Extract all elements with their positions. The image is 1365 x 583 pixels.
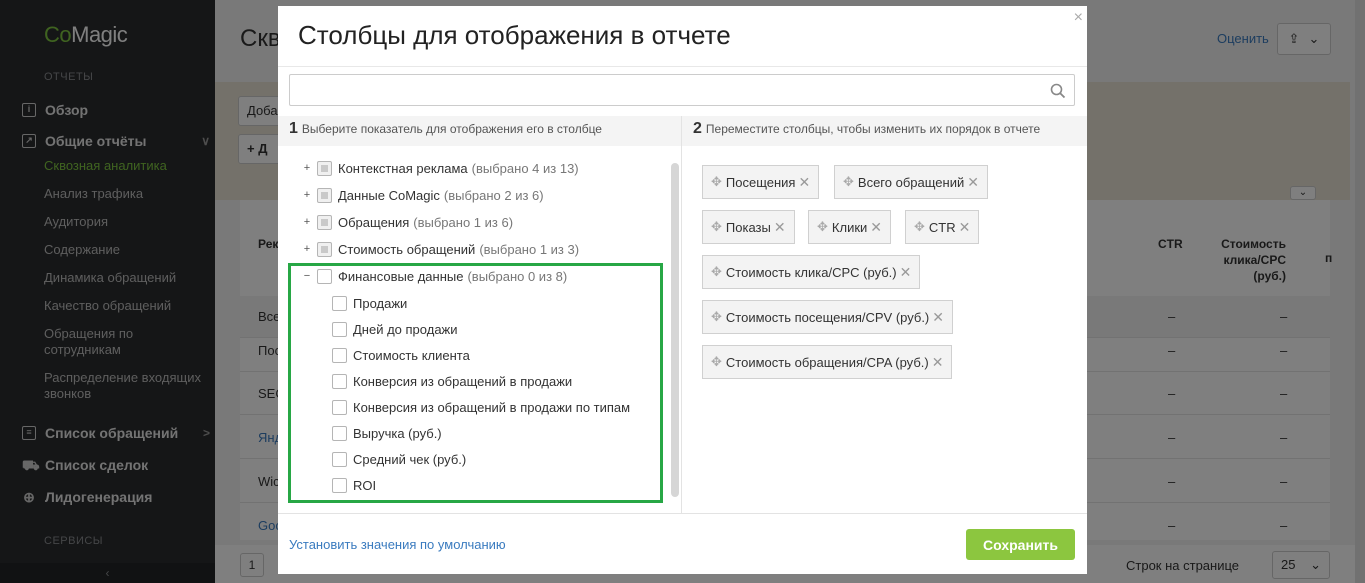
checkbox[interactable] [317, 160, 332, 176]
expand-icon[interactable]: + [300, 243, 314, 255]
tree-item-average-check[interactable]: Средний чек (руб.) [332, 448, 466, 470]
remove-icon[interactable]: ✕ [870, 219, 882, 236]
remove-icon[interactable]: ✕ [932, 354, 944, 371]
column-divider [681, 116, 682, 513]
tree-item-conversion[interactable]: Конверсия из обращений в продажи [332, 370, 572, 392]
remove-icon[interactable]: ✕ [967, 174, 979, 191]
column-tag[interactable]: ✥ Клики ✕ [808, 210, 892, 244]
column-tag[interactable]: ✥ Всего обращений ✕ [834, 165, 988, 199]
move-icon[interactable]: ✥ [914, 219, 925, 235]
reset-defaults-link[interactable]: Установить значения по умолчанию [289, 537, 506, 552]
move-icon[interactable]: ✥ [711, 264, 722, 280]
column-tag[interactable]: ✥ Стоимость обращения/CPA (руб.) ✕ [702, 345, 953, 379]
tree-item-days-to-sale[interactable]: Дней до продажи [332, 318, 458, 340]
checkbox[interactable] [332, 399, 347, 415]
tree-item-sales[interactable]: Продажи [332, 292, 407, 314]
tree-group-context-ads[interactable]: + Контекстная реклама (выбрано 4 из 13) [300, 157, 579, 179]
search-icon[interactable] [1050, 83, 1066, 99]
columns-modal: Столбцы для отображения в отчете × 1 Выбе… [278, 6, 1087, 574]
checkbox[interactable] [332, 321, 347, 337]
checkbox[interactable] [332, 295, 347, 311]
checkbox[interactable] [332, 477, 347, 493]
checkbox[interactable] [332, 425, 347, 441]
close-icon[interactable]: × [1074, 9, 1083, 27]
tree-group-calls-cost[interactable]: + Стоимость обращений (выбрано 1 из 3) [300, 238, 579, 260]
move-icon[interactable]: ✥ [711, 309, 722, 325]
tree-group-comagic-data[interactable]: + Данные CoMagic (выбрано 2 из 6) [300, 184, 544, 206]
checkbox[interactable] [332, 451, 347, 467]
remove-icon[interactable]: ✕ [932, 309, 944, 326]
move-icon[interactable]: ✥ [843, 174, 854, 190]
right-column-header: 2 Переместите столбцы, чтобы изменить их … [682, 116, 1087, 146]
move-icon[interactable]: ✥ [711, 174, 722, 190]
column-tag[interactable]: ✥ Стоимость посещения/CPV (руб.) ✕ [702, 300, 953, 334]
expand-icon[interactable]: + [300, 216, 314, 228]
collapse-icon[interactable]: − [300, 270, 314, 282]
left-column-header: 1 Выберите показатель для отображения его… [278, 116, 681, 146]
move-icon[interactable]: ✥ [817, 219, 828, 235]
modal-title: Столбцы для отображения в отчете [298, 20, 731, 50]
expand-icon[interactable]: + [300, 162, 314, 174]
move-icon[interactable]: ✥ [711, 354, 722, 370]
tree-group-finance[interactable]: − Финансовые данные (выбрано 0 из 8) [300, 265, 567, 287]
tree-item-roi[interactable]: ROI [332, 474, 376, 496]
modal-footer: Установить значения по умолчанию Сохрани… [278, 513, 1087, 574]
tree-item-revenue[interactable]: Выручка (руб.) [332, 422, 442, 444]
tree-scrollbar[interactable] [671, 163, 679, 497]
expand-icon[interactable]: + [300, 189, 314, 201]
search-input[interactable] [289, 74, 1075, 106]
move-icon[interactable]: ✥ [711, 219, 722, 235]
checkbox[interactable] [317, 214, 332, 230]
checkbox[interactable] [317, 241, 332, 257]
column-tag[interactable]: ✥ CTR ✕ [905, 210, 980, 244]
checkbox[interactable] [317, 187, 332, 203]
tree-item-conversion-by-type[interactable]: Конверсия из обращений в продажи по типа… [332, 396, 630, 418]
remove-icon[interactable]: ✕ [798, 174, 810, 191]
save-button[interactable]: Сохранить [966, 529, 1075, 560]
remove-icon[interactable]: ✕ [959, 219, 971, 236]
search-bar [278, 66, 1087, 116]
checkbox[interactable] [332, 373, 347, 389]
column-tag[interactable]: ✥ Стоимость клика/CPC (руб.) ✕ [702, 255, 921, 289]
checkbox[interactable] [317, 268, 332, 284]
column-tag[interactable]: ✥ Показы ✕ [702, 210, 795, 244]
column-tag[interactable]: ✥ Посещения ✕ [702, 165, 820, 199]
checkbox[interactable] [332, 347, 347, 363]
remove-icon[interactable]: ✕ [900, 264, 912, 281]
tree-item-client-cost[interactable]: Стоимость клиента [332, 344, 470, 366]
tree-group-calls[interactable]: + Обращения (выбрано 1 из 6) [300, 211, 513, 233]
remove-icon[interactable]: ✕ [774, 219, 786, 236]
